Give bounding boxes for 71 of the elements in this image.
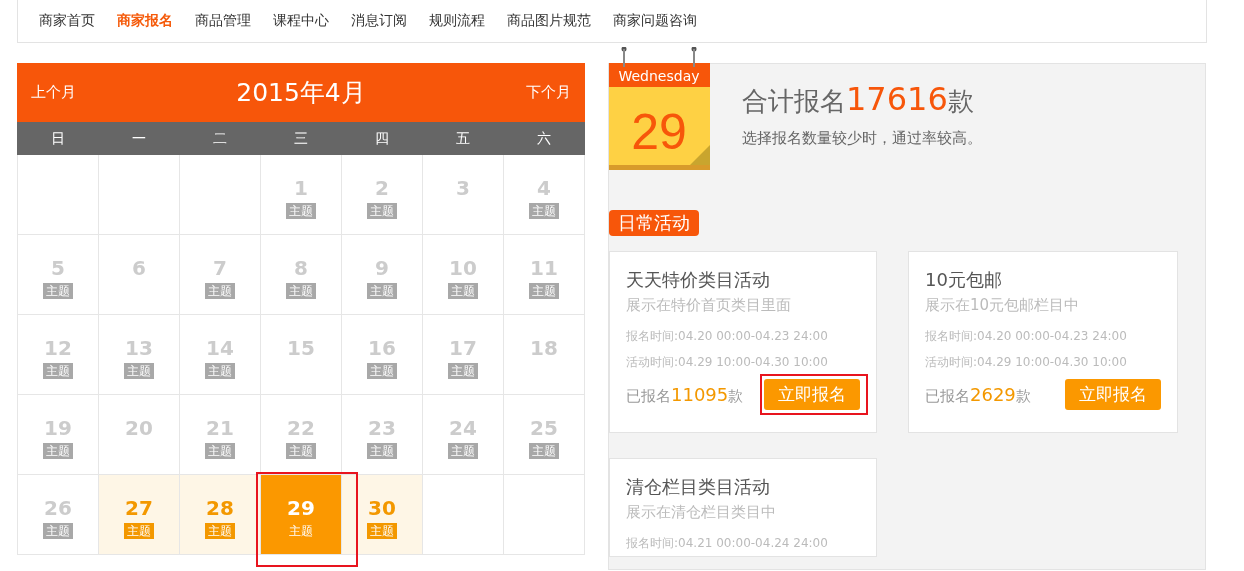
nav-link[interactable]: 商家报名	[106, 12, 184, 30]
theme-tag: 主题	[367, 523, 397, 539]
theme-tag: 主题	[205, 523, 235, 539]
day-cell[interactable]: 30 主题	[342, 475, 423, 555]
signup-time: 报名时间:04.20 00:00-04.23 24:00	[925, 328, 1128, 345]
activity-description: 展示在特价首页类目里面	[626, 296, 792, 315]
theme-tag: 主题	[286, 443, 316, 459]
signup-button[interactable]: 立即报名	[764, 379, 860, 410]
nav-link[interactable]: 商品管理	[184, 12, 262, 30]
theme-tag: 主题	[448, 363, 478, 379]
theme-tag: 主题	[43, 523, 73, 539]
nav-link[interactable]: 消息订阅	[340, 12, 418, 30]
theme-tag: 主题	[43, 363, 73, 379]
weekday-label: 五	[455, 128, 472, 148]
activity-description: 展示在10元包邮栏目中	[925, 296, 1081, 315]
theme-tag: 主题	[205, 443, 235, 459]
weekday-label: 四	[374, 128, 391, 148]
weekday-label: 二	[211, 128, 228, 148]
signup-count: 已报名 11095款	[626, 383, 744, 406]
month-title: 2015年4月	[236, 77, 366, 109]
weekday-label: 六	[536, 128, 553, 148]
date-number: 29	[631, 104, 687, 160]
theme-tag: 主题	[205, 283, 235, 299]
total-signups: 合计报名 17616款	[742, 79, 975, 119]
signup-count: 已报名2629款	[925, 383, 1031, 406]
day-cell[interactable]: 27 主题	[99, 475, 180, 555]
signup-time: 报名时间:04.21 00:00-04.24 24:00	[626, 535, 829, 552]
theme-tag: 主题	[367, 283, 397, 299]
event-time: 活动时间:04.29 10:00-04.30 10:00	[626, 354, 829, 371]
theme-tag: 主题	[367, 443, 397, 459]
theme-tag: 主题	[529, 443, 559, 459]
nav-link[interactable]: 商家首页	[28, 12, 106, 30]
theme-tag: 主题	[448, 283, 478, 299]
theme-tag: 主题	[448, 443, 478, 459]
theme-tag: 主题	[43, 283, 73, 299]
theme-tag: 主题	[205, 363, 235, 379]
theme-tag: 主题	[367, 203, 397, 219]
weekday-label: 三	[293, 128, 309, 148]
section-tag: 日常活动	[609, 210, 699, 236]
signup-time: 报名时间:04.20 00:00-04.23 24:00	[626, 328, 829, 345]
theme-tag: 主题	[43, 443, 73, 459]
theme-tag: 主题	[124, 363, 154, 379]
activity-title: 清仓栏目类目活动	[626, 475, 771, 499]
activity-description: 展示在清仓栏目类目中	[626, 503, 777, 522]
activity-title: 天天特价类目活动	[626, 268, 771, 292]
nav-link[interactable]: 课程中心	[262, 12, 340, 30]
day-number: 28	[206, 497, 234, 519]
day-number: 27	[125, 497, 153, 519]
theme-tag: 主题	[529, 203, 559, 219]
theme-tag: 主题	[367, 363, 397, 379]
theme-tag: 主题	[124, 523, 154, 539]
weekday-label: 一	[130, 128, 147, 148]
day-number: 29	[287, 497, 315, 519]
nav-link[interactable]: 规则流程	[418, 12, 496, 30]
hint-text: 选择报名数量较少时，通过率较高。	[742, 128, 982, 148]
nav-link[interactable]: 商品图片规范	[496, 12, 602, 30]
event-time: 活动时间:04.29 10:00-04.30 10:00	[925, 354, 1128, 371]
day-cell[interactable]: 28 主题	[180, 475, 261, 555]
weekday-text: Wednesday	[618, 68, 700, 84]
theme-tag: 主题	[286, 523, 316, 539]
signup-button[interactable]: 立即报名	[1065, 379, 1161, 410]
nav-link[interactable]: 商家问题咨询	[602, 12, 708, 30]
day-cell[interactable]: 29 主题	[261, 475, 342, 555]
day-number: 30	[368, 497, 396, 519]
theme-tag: 主题	[286, 283, 316, 299]
prev-month-link[interactable]: 上个月	[31, 83, 76, 102]
theme-tag: 主题	[529, 283, 559, 299]
theme-tag: 主题	[286, 203, 316, 219]
next-month-link[interactable]: 下个月	[526, 83, 571, 102]
activity-title: 10元包邮	[925, 268, 1003, 292]
weekday-label: 日	[49, 128, 66, 148]
